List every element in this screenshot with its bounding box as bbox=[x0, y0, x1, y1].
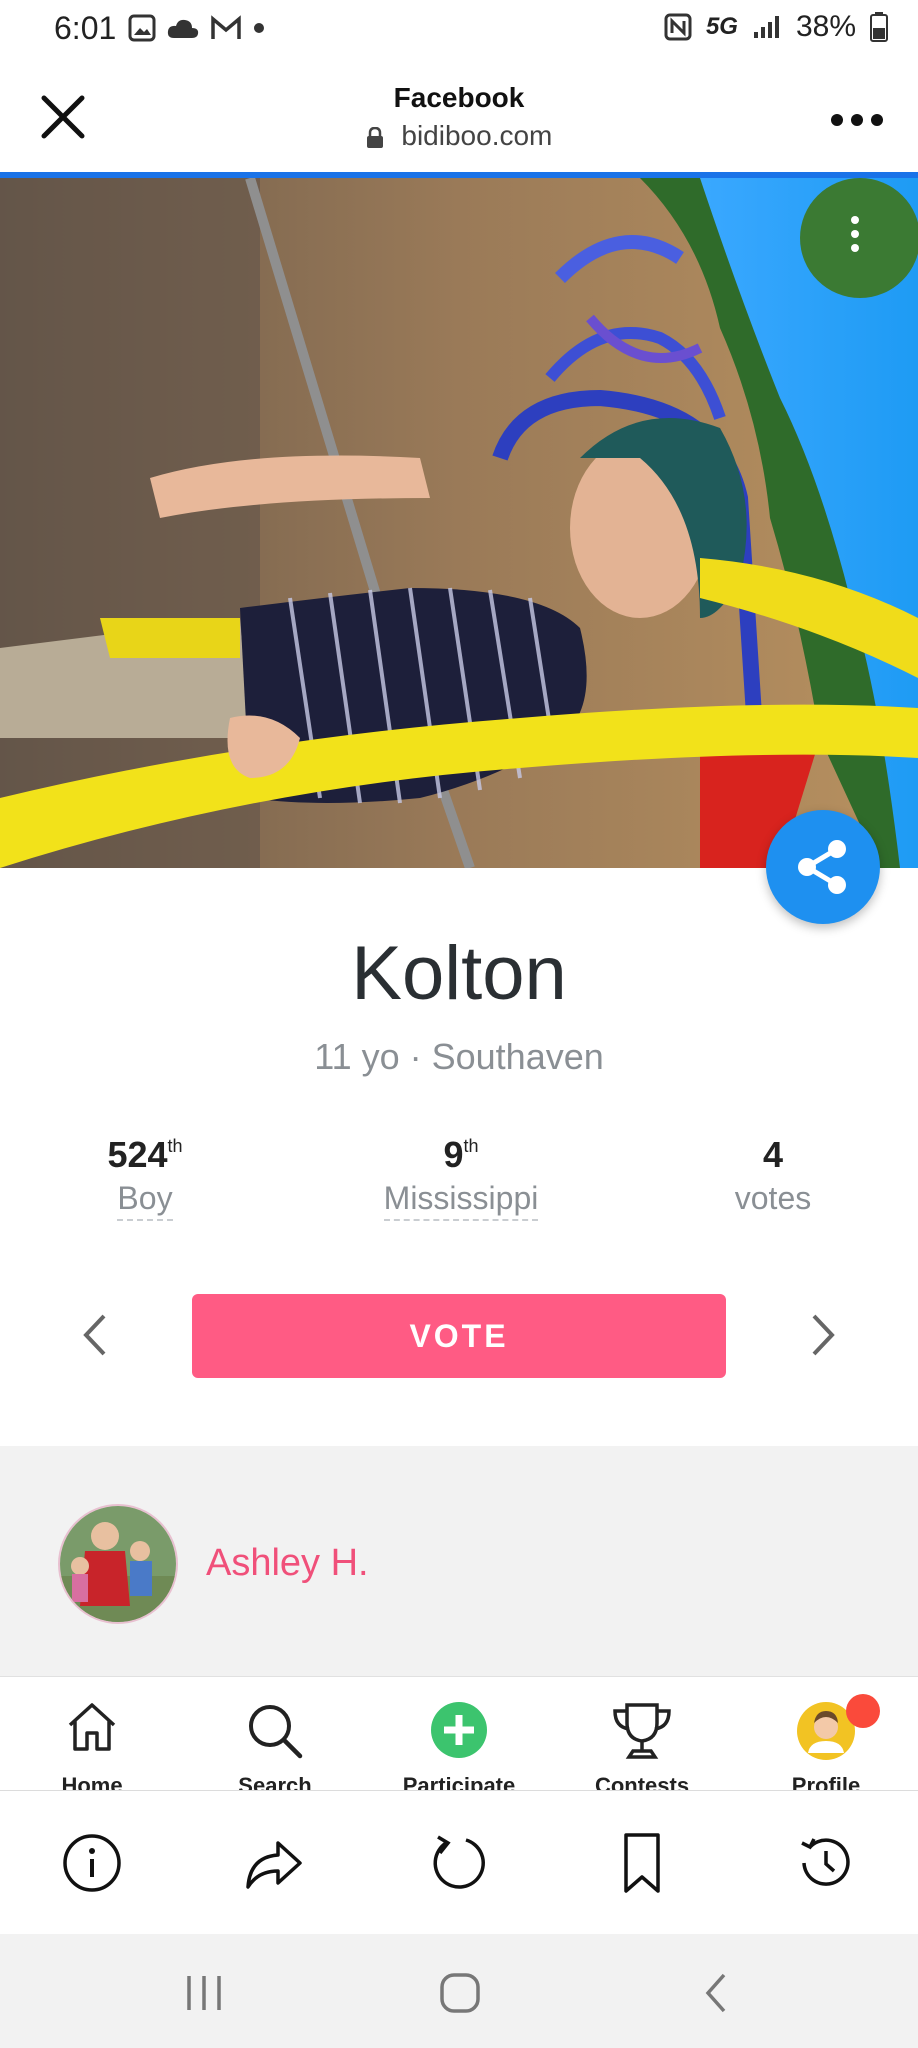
owner-section: Ashley H. bbox=[0, 1446, 918, 1676]
nav-search[interactable]: Search bbox=[200, 1677, 350, 1791]
battery-percent: 38% bbox=[795, 10, 856, 43]
nfc-icon bbox=[664, 13, 692, 41]
back-icon[interactable] bbox=[694, 1972, 740, 2014]
status-right: 5G 38% bbox=[664, 10, 888, 44]
stat-label: Mississippi bbox=[383, 1180, 539, 1221]
history-icon[interactable] bbox=[794, 1831, 858, 1895]
system-nav-bar bbox=[0, 1934, 918, 2048]
contestant-subtitle: 11 yo · Southaven bbox=[314, 1036, 604, 1077]
contestant-photo[interactable] bbox=[0, 178, 918, 868]
stat-label: Boy bbox=[117, 1180, 173, 1221]
previous-arrow-icon[interactable] bbox=[76, 1310, 116, 1360]
contestant-name: Kolton bbox=[351, 931, 567, 1016]
trophy-icon bbox=[613, 1703, 671, 1759]
lock-icon bbox=[366, 126, 383, 148]
stat-value: 4 bbox=[762, 1134, 784, 1175]
nav-label: Contests bbox=[594, 1773, 690, 1791]
bookmark-icon[interactable] bbox=[610, 1831, 674, 1895]
stat-value: 524 bbox=[107, 1134, 168, 1175]
next-arrow-icon[interactable] bbox=[802, 1310, 842, 1360]
home-button-icon[interactable] bbox=[437, 1972, 483, 2014]
cloud-icon bbox=[167, 19, 199, 38]
url-text: bidiboo.com bbox=[401, 120, 553, 151]
header-url: bidiboo.com bbox=[0, 120, 918, 152]
browser-header: Facebook bidiboo.com bbox=[0, 62, 918, 174]
network-type: 5G bbox=[705, 13, 738, 40]
nav-label: Profile bbox=[791, 1773, 861, 1791]
stat-value: 9 bbox=[443, 1134, 464, 1175]
plus-icon bbox=[431, 1702, 487, 1758]
stat-label: votes bbox=[734, 1180, 812, 1216]
signal-icon bbox=[753, 16, 779, 38]
battery-icon bbox=[870, 12, 888, 42]
nav-participate[interactable]: Participate bbox=[384, 1677, 534, 1791]
dot-icon bbox=[254, 23, 264, 33]
nav-home[interactable]: Home bbox=[17, 1677, 167, 1791]
stat-rank-state[interactable]: 9th Mississippi bbox=[344, 1134, 578, 1221]
owner-name[interactable]: Ashley H. bbox=[206, 1542, 369, 1585]
home-icon bbox=[68, 1703, 116, 1751]
gmail-icon bbox=[211, 15, 241, 39]
stat-votes: 4 votes bbox=[706, 1134, 840, 1217]
stat-suffix: th bbox=[463, 1136, 479, 1156]
status-time: 6:01 bbox=[54, 10, 117, 46]
app-bottom-nav: Home Search Participate Contests Profile bbox=[0, 1676, 918, 1791]
info-icon[interactable] bbox=[60, 1831, 124, 1895]
recents-icon[interactable] bbox=[181, 1972, 227, 2014]
nav-label: Home bbox=[61, 1773, 123, 1791]
owner-avatar[interactable] bbox=[58, 1504, 178, 1624]
status-notification-icons bbox=[128, 14, 266, 42]
vote-button[interactable]: VOTE bbox=[192, 1294, 726, 1378]
share-forward-icon[interactable] bbox=[242, 1831, 306, 1895]
status-bar: 6:01 5G 38% bbox=[0, 0, 918, 62]
nav-label: Search bbox=[238, 1773, 312, 1791]
nav-label: Participate bbox=[402, 1773, 516, 1791]
nav-profile[interactable]: Profile bbox=[751, 1677, 901, 1791]
share-button[interactable] bbox=[766, 810, 880, 924]
search-icon bbox=[249, 1705, 303, 1759]
notification-badge bbox=[846, 1694, 880, 1728]
nav-contests[interactable]: Contests bbox=[567, 1677, 717, 1791]
browser-toolbar bbox=[0, 1790, 918, 1935]
stat-rank-category[interactable]: 524th Boy bbox=[74, 1134, 216, 1221]
more-icon[interactable] bbox=[830, 112, 884, 128]
gallery-icon bbox=[128, 14, 156, 42]
reload-icon[interactable] bbox=[426, 1831, 490, 1895]
share-icon bbox=[798, 840, 846, 894]
stat-suffix: th bbox=[167, 1136, 183, 1156]
header-title: Facebook bbox=[393, 82, 525, 113]
